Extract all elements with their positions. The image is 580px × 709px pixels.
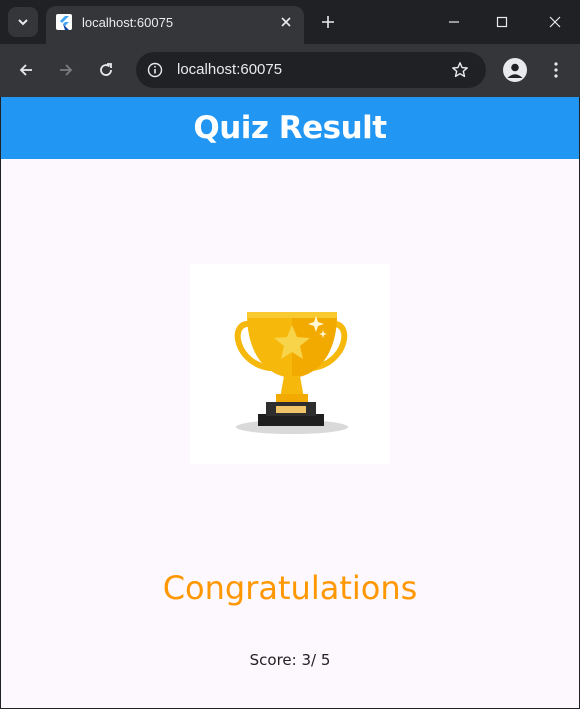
browser-menu-button[interactable] — [546, 58, 566, 82]
page-content: Quiz Result Congratulations Score: 3/ 5 — [1, 97, 579, 708]
arrow-right-icon — [60, 64, 73, 76]
browser-tab[interactable]: localhost:60075 — [46, 6, 304, 44]
tab-search-button[interactable] — [8, 7, 38, 37]
tab-strip: localhost:60075 — [0, 0, 580, 44]
minimize-button[interactable] — [431, 0, 477, 44]
flutter-icon — [56, 14, 72, 30]
back-button[interactable] — [12, 56, 40, 84]
info-icon — [147, 62, 163, 78]
reload-icon — [100, 63, 112, 76]
person-icon — [507, 63, 523, 78]
maximize-button[interactable] — [479, 0, 525, 44]
close-tab-button[interactable] — [276, 12, 296, 32]
plus-icon — [322, 16, 334, 28]
reload-button[interactable] — [92, 56, 120, 84]
site-info-button[interactable] — [144, 59, 166, 81]
address-bar[interactable]: localhost:60075 — [136, 52, 486, 88]
browser-window: localhost:60075 localhost:60075 Quiz Res… — [0, 0, 580, 709]
star-icon — [452, 62, 468, 78]
forward-button[interactable] — [52, 56, 80, 84]
page-title: Quiz Result — [193, 110, 387, 146]
browser-toolbar: localhost:60075 — [0, 44, 580, 97]
trophy-image — [190, 264, 390, 464]
score-text: Score: 3/ 5 — [249, 651, 331, 669]
more-vert-icon — [554, 62, 558, 78]
close-icon — [549, 16, 561, 28]
app-bar: Quiz Result — [1, 97, 579, 159]
close-window-button[interactable] — [532, 0, 578, 44]
maximize-icon — [496, 16, 508, 28]
url-text[interactable]: localhost:60075 — [177, 61, 282, 78]
chevron-down-icon — [18, 19, 28, 26]
trophy-icon — [234, 312, 348, 434]
arrow-left-icon — [19, 64, 32, 76]
profile-button[interactable] — [503, 58, 527, 82]
close-icon — [281, 17, 291, 27]
bookmark-button[interactable] — [450, 60, 470, 80]
congratulations-heading: Congratulations — [162, 569, 418, 607]
new-tab-button[interactable] — [316, 10, 340, 34]
minimize-icon — [449, 21, 459, 23]
tab-title: localhost:60075 — [82, 15, 174, 30]
